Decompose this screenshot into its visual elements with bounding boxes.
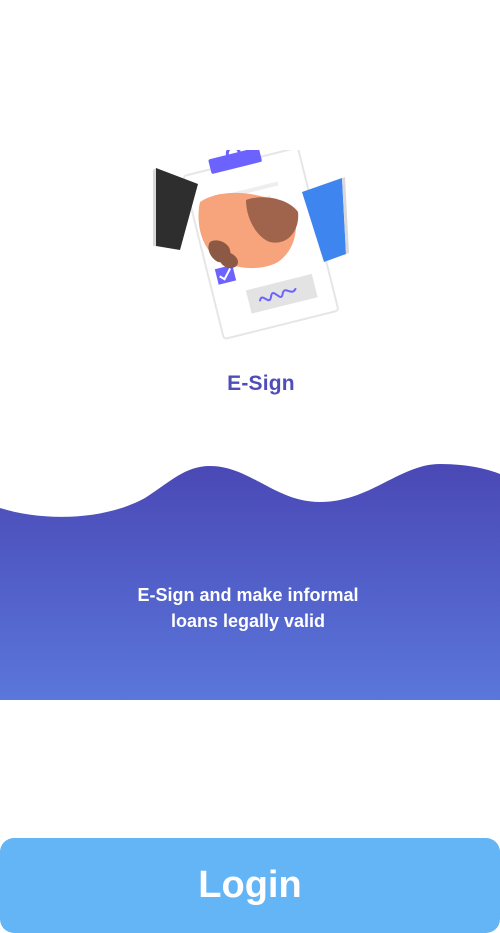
feature-description-line-2: loans legally valid: [170, 611, 326, 631]
handshake-contract-icon: [150, 145, 350, 340]
feature-description: E-Sign and make informal loans legally v…: [0, 582, 496, 634]
login-button[interactable]: Login: [0, 838, 500, 933]
wave-panel: [0, 460, 500, 700]
feature-description-line-1: E-Sign and make informal: [137, 585, 359, 605]
feature-title: E-Sign: [227, 372, 295, 395]
